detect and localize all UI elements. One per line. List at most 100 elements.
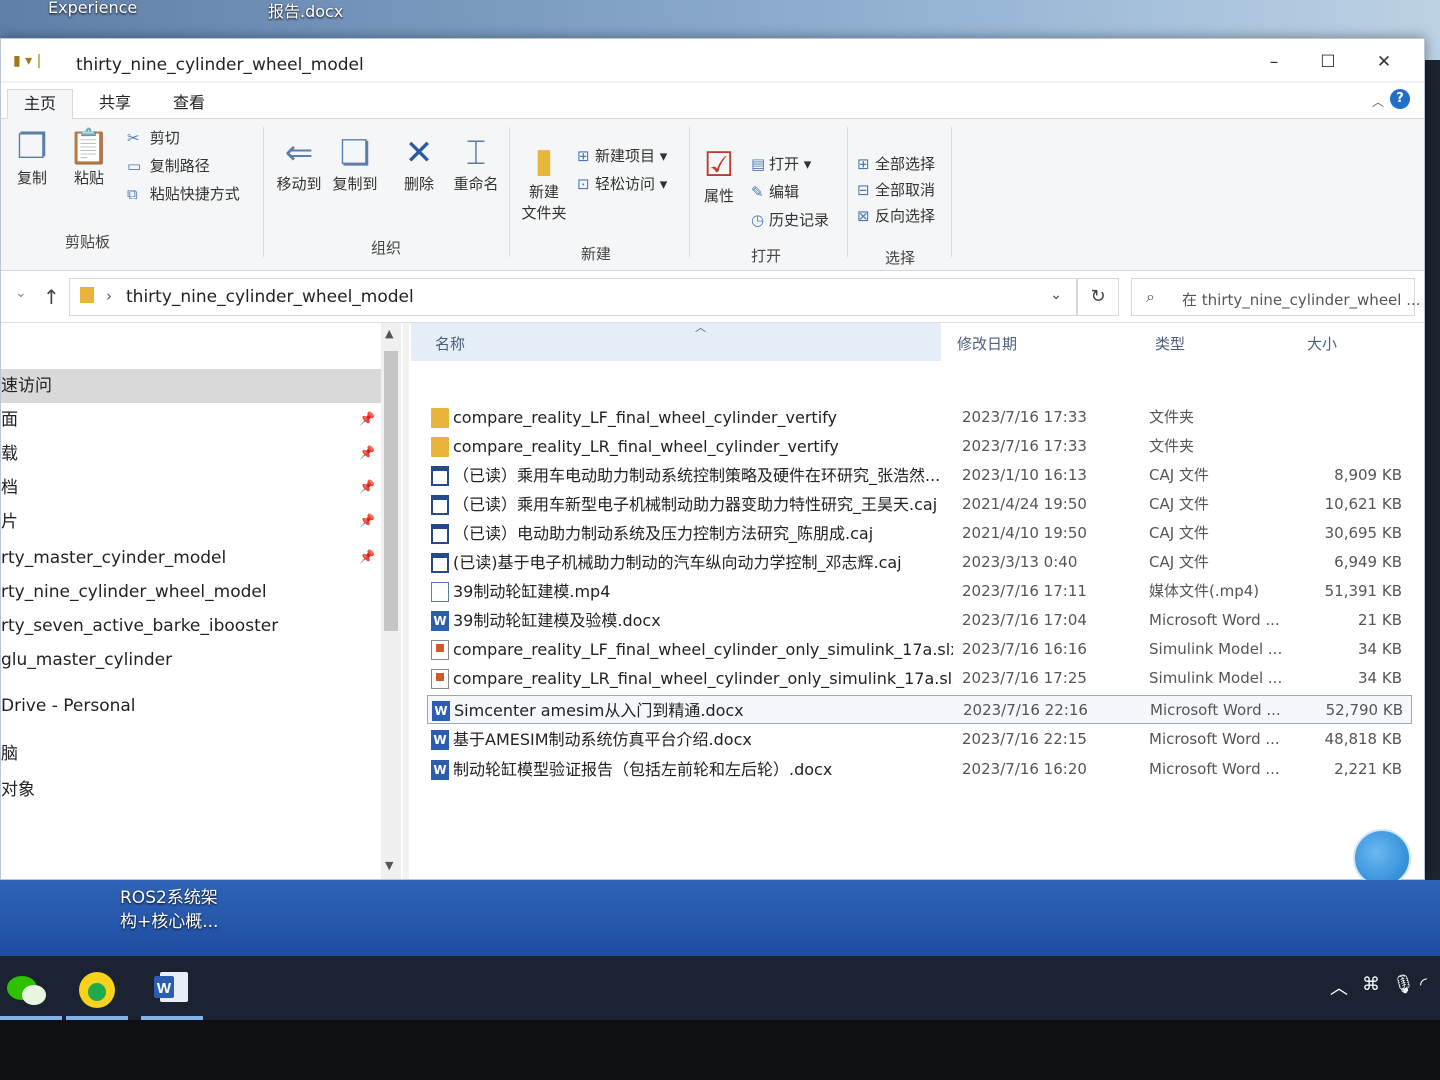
sidebar-scrollbar[interactable]: ▲ ▼ <box>381 323 401 879</box>
sidebar-item-quick-access[interactable]: 速访问 <box>1 369 381 403</box>
sidebar-item-onedrive[interactable]: Drive - Personal <box>1 689 381 723</box>
cut-button[interactable]: ✂ 剪切 <box>127 127 180 148</box>
desktop-icon-label[interactable]: 报告.docx <box>268 0 343 22</box>
new-folder-button[interactable]: ▮ 新建 文件夹 <box>517 141 571 223</box>
open-button[interactable]: ▤ 打开 ▾ <box>751 153 811 174</box>
taskbar-app-music[interactable] <box>66 964 128 1020</box>
scroll-up-icon[interactable]: ▲ <box>385 327 393 340</box>
sidebar-item-downloads[interactable]: 载 📌 <box>1 437 381 471</box>
easy-access-button[interactable]: ⊡ 轻松访问 ▾ <box>577 173 667 194</box>
file-name: 39制动轮缸建模及验模.docx <box>453 611 661 630</box>
refresh-button[interactable]: ↻ <box>1077 278 1119 316</box>
file-name: 制动轮缸模型验证报告（包括左前轮和左后轮）.docx <box>453 760 833 779</box>
sidebar-item-pictures[interactable]: 片 📌 <box>1 505 381 539</box>
move-to-button[interactable]: ⇐ 移动到 <box>273 133 325 194</box>
file-row-selected[interactable]: W Simcenter amesim从入门到精通.docx 2023/7/16 … <box>427 695 1412 724</box>
taskbar-app-wechat[interactable] <box>0 964 62 1020</box>
file-row[interactable]: compare_reality_LF_final_wheel_cylinder_… <box>427 403 1412 432</box>
up-arrow-icon[interactable]: ↑ <box>43 285 60 309</box>
open-label: 打开 <box>769 155 800 173</box>
help-icon[interactable]: ? <box>1390 89 1410 109</box>
edit-label: 编辑 <box>769 183 800 201</box>
taskbar-app-word[interactable]: W <box>141 964 203 1020</box>
close-button[interactable]: ✕ <box>1361 47 1407 77</box>
tab-view[interactable]: 查看 <box>157 89 221 119</box>
minimize-button[interactable]: – <box>1251 47 1297 77</box>
paste-label: 粘贴 <box>73 169 104 187</box>
tray-app-icon[interactable]: ⌘ <box>1362 974 1380 995</box>
file-row[interactable]: compare_reality_LR_final_wheel_cylinder_… <box>427 432 1412 461</box>
tab-home[interactable]: 主页 <box>7 89 74 119</box>
paste-shortcut-button[interactable]: ⧉ 粘贴快捷方式 <box>127 183 240 204</box>
address-bar[interactable]: › thirty_nine_cylinder_wheel_model ⌄ <box>69 278 1077 316</box>
breadcrumb[interactable]: thirty_nine_cylinder_wheel_model <box>126 287 414 307</box>
chevron-down-icon[interactable]: ⌄ <box>1050 287 1062 303</box>
file-date: 2021/4/24 19:50 <box>962 495 1087 513</box>
desktop-icon-label[interactable]: ROS2系统架 构+核心概... <box>120 886 218 934</box>
new-item-icon: ⊞ <box>577 147 590 165</box>
group-label-new: 新建 <box>581 245 612 263</box>
file-row[interactable]: compare_reality_LR_final_wheel_cylinder_… <box>427 664 1412 693</box>
file-list: 名称 ︿ 修改日期 类型 大小 compare_reality_LF_final… <box>409 321 1424 879</box>
rename-button[interactable]: ⌶ 重命名 <box>449 133 503 194</box>
column-header-date[interactable]: 修改日期 <box>957 333 1017 354</box>
recent-locations-icon[interactable]: ⌄ <box>15 285 27 301</box>
select-none-button[interactable]: ⊟ 全部取消 <box>857 179 935 200</box>
new-item-button[interactable]: ⊞ 新建项目 ▾ <box>577 145 667 166</box>
edit-button[interactable]: ✎ 编辑 <box>751 181 799 202</box>
window-title: thirty_nine_cylinder_wheel_model <box>76 55 364 75</box>
wifi-icon[interactable]: ◜ <box>1420 974 1427 995</box>
file-row[interactable]: W 39制动轮缸建模及验模.docx 2023/7/16 17:04 Micro… <box>427 606 1412 635</box>
file-row[interactable]: 39制动轮缸建模.mp4 2023/7/16 17:11 媒体文件(.mp4) … <box>427 577 1412 606</box>
new-folder-label-2: 文件夹 <box>521 204 567 222</box>
file-row[interactable]: W 制动轮缸模型验证报告（包括左前轮和左后轮）.docx 2023/7/16 1… <box>427 755 1412 784</box>
scrollbar-thumb[interactable] <box>384 351 398 631</box>
taskbar: W ︿ ⌘ 🎙 ◜ <box>0 956 1440 1020</box>
search-placeholder: 在 thirty_nine_cylinder_wheel ... <box>1182 291 1421 309</box>
file-row[interactable]: W 基于AMESIM制动系统仿真平台介绍.docx 2023/7/16 22:1… <box>427 725 1412 754</box>
file-row[interactable]: （已读）电动助力制动系统及压力控制方法研究_陈朋成.caj 2021/4/10 … <box>427 519 1412 548</box>
column-header-name[interactable] <box>411 323 941 361</box>
file-type: Simulink Model ... <box>1149 669 1283 687</box>
file-row[interactable]: （已读）乘用车新型电子机械制动助力器变助力特性研究_王昊天.caj 2021/4… <box>427 490 1412 519</box>
copy-path-button[interactable]: ▭ 复制路径 <box>127 155 210 176</box>
search-input[interactable]: ⌕ 在 thirty_nine_cylinder_wheel ... <box>1131 278 1421 316</box>
desktop-icon-label[interactable]: Experience <box>48 0 137 17</box>
show-hidden-icons-icon[interactable]: ︿ <box>1330 974 1348 1000</box>
delete-label: 删除 <box>403 175 434 193</box>
sidebar-item-desktop[interactable]: 面 📌 <box>1 403 381 437</box>
history-button[interactable]: ◷ 历史记录 <box>751 209 829 230</box>
microphone-icon[interactable]: 🎙 <box>1392 974 1415 995</box>
maximize-button[interactable]: ☐ <box>1305 47 1351 77</box>
scroll-down-icon[interactable]: ▼ <box>385 859 393 872</box>
properties-button[interactable]: ☑ 属性 <box>699 145 739 206</box>
ribbon-collapse-icon[interactable]: ︿ <box>1372 93 1384 110</box>
tab-share[interactable]: 共享 <box>83 89 147 119</box>
sidebar-item-folder[interactable]: rty_nine_cylinder_wheel_model <box>1 575 381 609</box>
sidebar-item-documents[interactable]: 档 📌 <box>1 471 381 505</box>
file-row[interactable]: （已读）乘用车电动助力制动系统控制策略及硬件在环研究_张浩然... 2023/1… <box>427 461 1412 490</box>
invert-selection-label: 反向选择 <box>875 207 936 225</box>
sidebar-item-folder[interactable]: glu_master_cylinder <box>1 643 381 677</box>
column-header-size[interactable]: 大小 <box>1307 333 1337 354</box>
quick-access-toolbar-icon[interactable]: ▮ ▾ | <box>13 53 41 69</box>
delete-button[interactable]: ✕ 删除 <box>399 133 439 194</box>
sidebar-item-this-pc[interactable]: 脑 <box>1 737 381 771</box>
sidebar-item-3d-objects[interactable]: 对象 <box>1 773 381 807</box>
paste-button[interactable]: 📋 粘贴 <box>67 127 111 188</box>
folder-icon <box>80 287 94 303</box>
file-date: 2023/7/16 22:15 <box>962 730 1087 748</box>
chevron-right-icon[interactable]: › <box>106 287 112 305</box>
column-header-type[interactable]: 类型 <box>1155 333 1185 354</box>
sidebar-item-folder[interactable]: rty_seven_active_barke_ibooster <box>1 609 381 643</box>
column-header-row: 名称 ︿ 修改日期 类型 大小 <box>409 321 1424 361</box>
file-row[interactable]: (已读)基于电子机械助力制动的汽车纵向动力学控制_邓志辉.caj 2023/3/… <box>427 548 1412 577</box>
file-row[interactable]: compare_reality_LF_final_wheel_cylinder_… <box>427 635 1412 664</box>
floating-ball-icon[interactable] <box>1353 829 1411 887</box>
new-folder-label-1: 新建 <box>528 183 559 201</box>
sidebar-item-folder[interactable]: rty_master_cyinder_model 📌 <box>1 541 381 575</box>
copy-button[interactable]: ❐ 复制 <box>11 127 53 188</box>
invert-selection-button[interactable]: ⊠ 反向选择 <box>857 205 935 226</box>
select-all-button[interactable]: ⊞ 全部选择 <box>857 153 935 174</box>
copy-to-button[interactable]: ❏ 复制到 <box>329 133 381 194</box>
